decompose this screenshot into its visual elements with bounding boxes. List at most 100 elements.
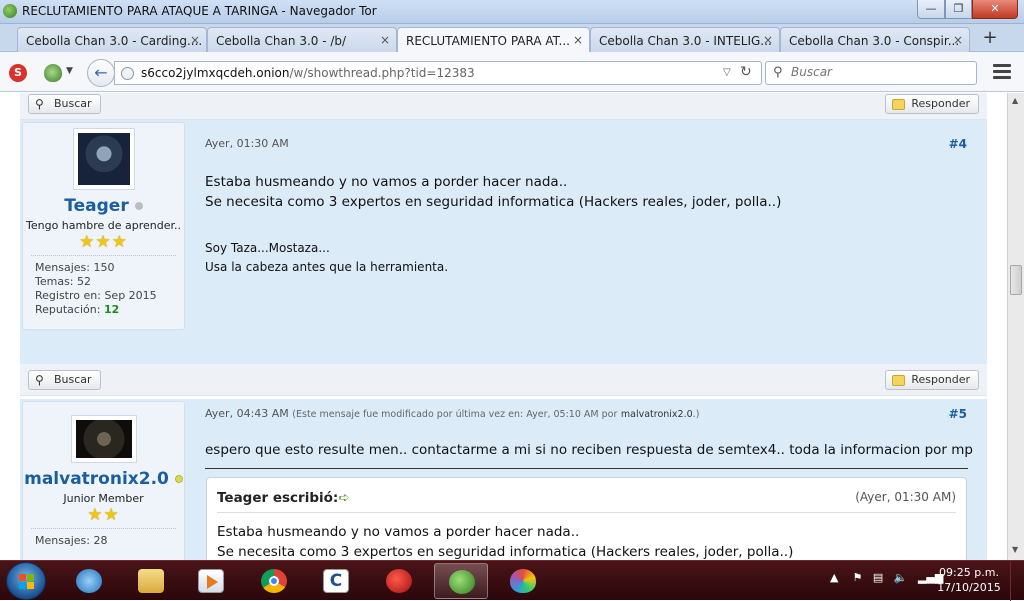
close-tab-icon[interactable]: ×: [953, 33, 963, 47]
media-player-icon: [198, 569, 224, 593]
tor-browser-icon: [3, 4, 17, 18]
quote-line: Se necesita como 3 expertos en seguridad…: [217, 544, 794, 560]
user-stats: Mensajes: 28: [23, 529, 184, 554]
red-swoosh-icon: [386, 569, 412, 593]
tab-reclutamiento[interactable]: RECLUTAMIENTO PARA AT... ×: [397, 27, 590, 53]
post-date: Ayer, 01:30 AM: [205, 137, 289, 150]
user-messages: Mensajes: 150: [35, 261, 115, 274]
close-tab-icon[interactable]: ×: [573, 33, 583, 47]
back-button[interactable]: ←: [87, 59, 115, 87]
offline-status-icon: [134, 202, 143, 210]
tab-label: Cebolla Chan 3.0 - INTELIG...: [599, 34, 772, 48]
tab-conspiracion[interactable]: Cebolla Chan 3.0 - Conspir... ×: [780, 27, 970, 52]
search-input[interactable]: [791, 65, 971, 79]
tab-b[interactable]: Cebolla Chan 3.0 - /b/ ×: [207, 27, 397, 52]
folder-icon: [138, 569, 164, 593]
history-dropdown-icon[interactable]: ▽: [723, 67, 731, 78]
search-post-button[interactable]: ⚲ Buscar: [28, 370, 101, 390]
start-button[interactable]: [6, 562, 46, 600]
post-5: malvatronix2.0 Junior Member ★★ Mensajes…: [20, 399, 987, 560]
post-body: Estaba husmeando y no vamos a porder hac…: [205, 172, 781, 212]
editor-link[interactable]: malvatronix2.0: [621, 409, 693, 420]
scroll-up-icon[interactable]: ▲: [1012, 96, 1018, 105]
quote-line: Estaba husmeando y no vamos a porder hac…: [217, 524, 580, 540]
post-line: espero que esto resulte men.. contactarm…: [205, 442, 973, 458]
windows-logo-icon: [19, 574, 35, 590]
show-desktop-button[interactable]: [1010, 561, 1024, 601]
online-status-icon: [174, 475, 183, 483]
paint-palette-icon: [510, 569, 536, 593]
search-post-button[interactable]: ⚲ Buscar: [28, 94, 101, 114]
tray-expand-icon[interactable]: ▲: [830, 571, 838, 584]
vertical-scrollbar[interactable]: ▲ ▼: [1007, 93, 1024, 560]
user-title: Junior Member: [63, 492, 144, 505]
post-number-link[interactable]: #5: [949, 407, 967, 421]
user-title: Tengo hambre de aprender..: [26, 219, 181, 232]
close-window-button[interactable]: ✕: [972, 0, 1018, 19]
avatar[interactable]: [72, 128, 135, 190]
chrome-icon: [261, 569, 287, 593]
avatar-image: [75, 420, 132, 458]
tor-onion-icon[interactable]: [44, 64, 62, 82]
close-tab-icon[interactable]: ×: [190, 33, 200, 47]
post-date: Ayer, 04:43 AM (Este mensaje fue modific…: [205, 407, 700, 420]
tab-label: Cebolla Chan 3.0 - Carding....: [26, 34, 203, 48]
taskbar-ccleaner[interactable]: C: [309, 563, 363, 599]
reply-icon: [892, 99, 906, 110]
clock[interactable]: 09:25 p.m. 17/10/2015: [934, 565, 1004, 595]
arrow-right-icon[interactable]: ➪: [338, 490, 349, 506]
tab-carding[interactable]: Cebolla Chan 3.0 - Carding.... ×: [17, 27, 207, 52]
new-tab-button[interactable]: +: [978, 27, 1002, 51]
close-tab-icon[interactable]: ×: [763, 33, 773, 47]
taskbar-file-explorer[interactable]: [124, 563, 178, 599]
volume-icon[interactable]: 🔈: [894, 571, 908, 584]
chevron-down-icon[interactable]: ▼: [66, 66, 73, 76]
globe-icon: [121, 67, 134, 80]
internet-explorer-icon: [76, 569, 102, 593]
tab-inteligencia[interactable]: Cebolla Chan 3.0 - INTELIG... ×: [590, 27, 780, 52]
window-title: RECLUTAMIENTO PARA ATAQUE A TARINGA - Na…: [22, 4, 377, 18]
scroll-down-icon[interactable]: ▼: [1012, 545, 1018, 554]
reply-button[interactable]: Responder: [885, 94, 979, 114]
quote-date: (Ayer, 01:30 AM): [855, 490, 956, 504]
post-number-link[interactable]: #4: [949, 137, 967, 151]
hamburger-menu-icon[interactable]: [993, 64, 1011, 80]
taskbar-chrome[interactable]: [247, 563, 301, 599]
maximize-button[interactable]: ❐: [945, 0, 972, 19]
minimize-button[interactable]: —: [917, 0, 945, 19]
reputation-value[interactable]: 12: [104, 303, 119, 316]
post-signature: Soy Taza...Mostaza... Usa la cabeza ante…: [205, 239, 448, 277]
url-bar[interactable]: s6cco2jylmxqcdeh.onion/w/showthread.php?…: [114, 61, 762, 85]
taskbar-app-red[interactable]: [372, 563, 426, 599]
magnifier-icon: ⚲: [35, 97, 44, 111]
post-line: Estaba husmeando y no vamos a porder hac…: [205, 174, 568, 190]
quote-block: Teager escribió:➪ (Ayer, 01:30 AM) Estab…: [206, 477, 967, 560]
taskbar-tor-browser[interactable]: [434, 563, 488, 599]
tab-label: Cebolla Chan 3.0 - Conspir...: [789, 34, 960, 48]
url-text[interactable]: s6cco2jylmxqcdeh.onion/w/showthread.php?…: [141, 66, 475, 80]
avatar[interactable]: [70, 415, 137, 463]
network-icon[interactable]: ▤: [873, 571, 883, 584]
post-author-panel: malvatronix2.0 Junior Member ★★ Mensajes…: [22, 401, 185, 560]
scrollbar-thumb[interactable]: [1010, 265, 1022, 295]
taskbar-internet-explorer[interactable]: [62, 563, 116, 599]
user-messages: Mensajes: 28: [35, 534, 108, 547]
noscript-icon[interactable]: S: [9, 64, 27, 82]
taskbar-paint[interactable]: [496, 563, 550, 599]
taskbar-media-player[interactable]: [184, 563, 238, 599]
reply-button[interactable]: Responder: [885, 370, 979, 390]
rank-stars: ★★★: [79, 232, 128, 252]
post-author-panel: Teager Tengo hambre de aprender.. ★★★ Me…: [22, 122, 185, 330]
tab-label: RECLUTAMIENTO PARA AT...: [406, 34, 570, 48]
username[interactable]: malvatronix2.0: [23, 469, 184, 489]
user-threads: Temas: 52: [35, 275, 92, 288]
search-box[interactable]: ⚲: [765, 61, 977, 85]
search-icon: ⚲: [773, 65, 783, 80]
windows-taskbar: C ▲ ⚑ ▤ 🔈 ▂▄▆ 09:25 p.m. 17/10/2015: [0, 560, 1024, 601]
action-center-icon[interactable]: ⚑: [852, 571, 862, 584]
reload-icon[interactable]: ↻: [740, 64, 752, 80]
close-tab-icon[interactable]: ×: [380, 33, 390, 47]
username[interactable]: Teager: [23, 196, 184, 216]
tab-label: Cebolla Chan 3.0 - /b/: [216, 34, 347, 48]
signature-line: Usa la cabeza antes que la herramienta.: [205, 260, 449, 274]
